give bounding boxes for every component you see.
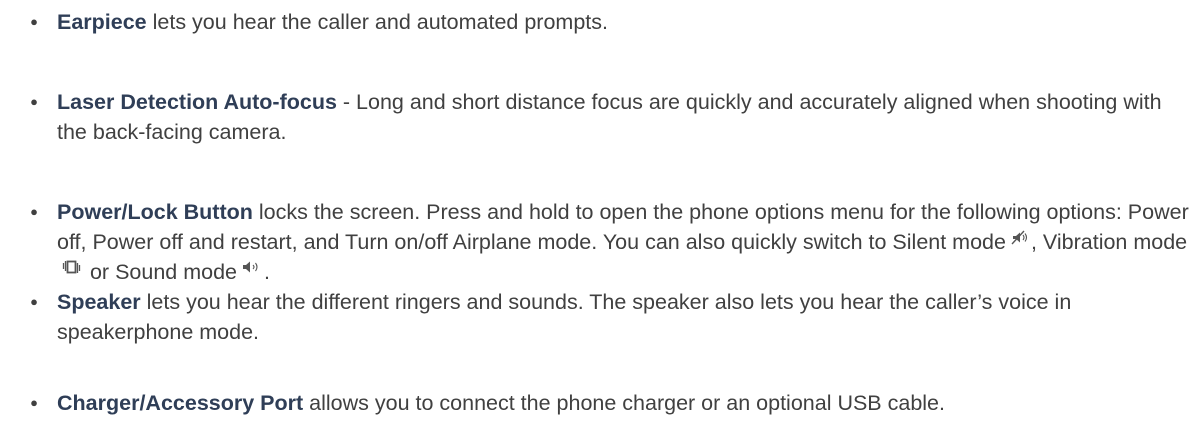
bullet: ●: [30, 204, 38, 219]
item-description-cont: or Sound mode: [84, 260, 237, 284]
item-term: Power/Lock Button: [57, 200, 253, 224]
item-text: Earpiece lets you hear the caller and au…: [57, 7, 1197, 37]
item-text: Power/Lock Button locks the screen. Pres…: [57, 197, 1197, 287]
item-text: Laser Detection Auto-focus - Long and sh…: [57, 87, 1197, 147]
item-text: Speaker lets you hear the different ring…: [57, 287, 1197, 347]
sound-mode-icon: [242, 253, 261, 283]
item-description-cont: , Vibration mode: [1030, 230, 1188, 254]
silent-mode-icon: [1011, 223, 1028, 253]
bullet: ●: [30, 94, 38, 109]
item-text: Charger/Accessory Port allows you to con…: [57, 388, 1197, 418]
item-term: Speaker: [57, 290, 141, 314]
item-description: lets you hear the different ringers and …: [57, 290, 1072, 344]
item-description: allows you to connect the phone charger …: [303, 391, 945, 415]
item-term: Earpiece: [57, 10, 147, 34]
bullet: ●: [30, 14, 38, 29]
item-term: Charger/Accessory Port: [57, 391, 304, 415]
item-description-end: .: [264, 260, 270, 284]
item-description: lets you hear the caller and automated p…: [146, 10, 608, 34]
vibration-mode-icon: [62, 253, 81, 283]
bullet: ●: [30, 395, 38, 410]
bullet: ●: [30, 294, 38, 309]
item-term: Laser Detection Auto-focus: [57, 90, 337, 114]
